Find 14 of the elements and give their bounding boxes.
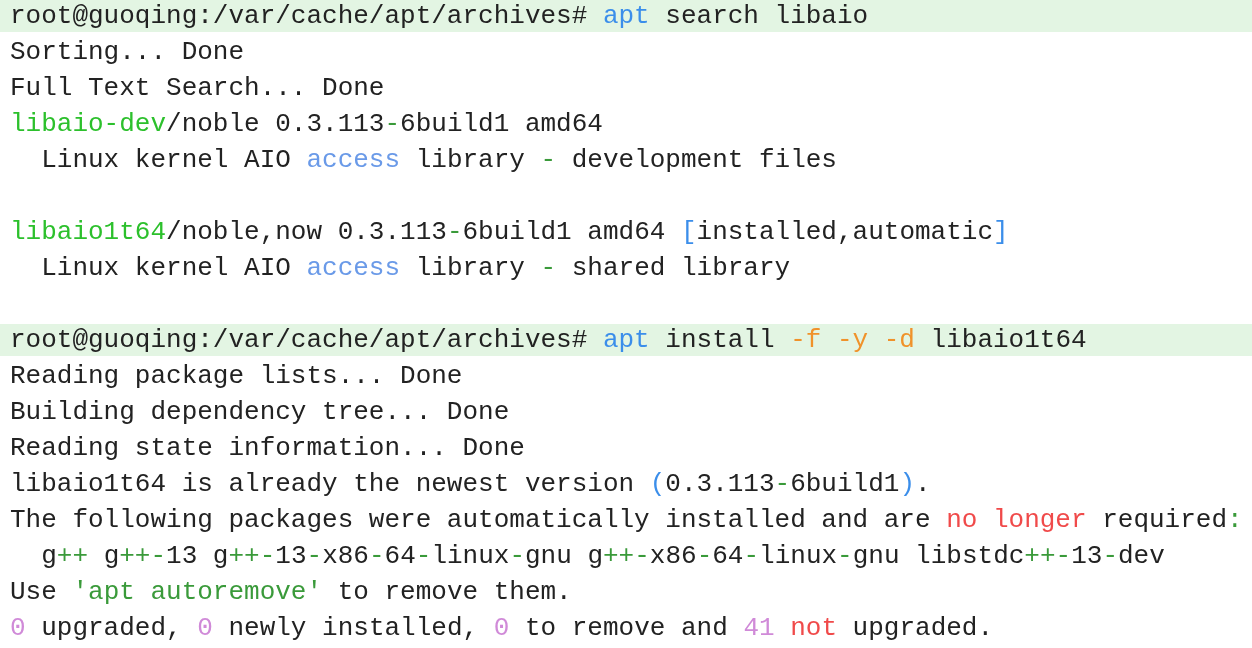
output-line: g++ g++-13 g++-13-x86-64-linux-gnu g++-x86-64-linux-gnu libstdc++-13-dev	[40, 540, 1166, 573]
output-line: The following packages were automatically installed and are no longer required:	[9, 504, 1244, 537]
output-line: Reading package lists... Done	[9, 360, 464, 393]
output-line: Linux kernel AIO access library - development files	[40, 144, 838, 177]
output-line: Building dependency tree... Done	[9, 396, 511, 429]
output-line: Full Text Search... Done	[9, 72, 386, 105]
output-line: libaio-dev/noble 0.3.113-6build1 amd64	[9, 108, 604, 141]
output-line: libaio1t64/noble,now 0.3.113-6build1 amd64 [installed,automatic]	[9, 216, 1010, 249]
output-line: 0 upgraded, 0 newly installed, 0 to remove and 41 not upgraded.	[9, 612, 995, 645]
output-line: libaio1t64 is already the newest version (0.3.113-6build1).	[9, 468, 932, 501]
output-line: Use 'apt autoremove' to remove them.	[9, 576, 573, 609]
output-line: Reading state information... Done	[9, 432, 526, 465]
output-line: Linux kernel AIO access library - shared library	[40, 252, 792, 285]
output-line: Sorting... Done	[9, 36, 246, 69]
